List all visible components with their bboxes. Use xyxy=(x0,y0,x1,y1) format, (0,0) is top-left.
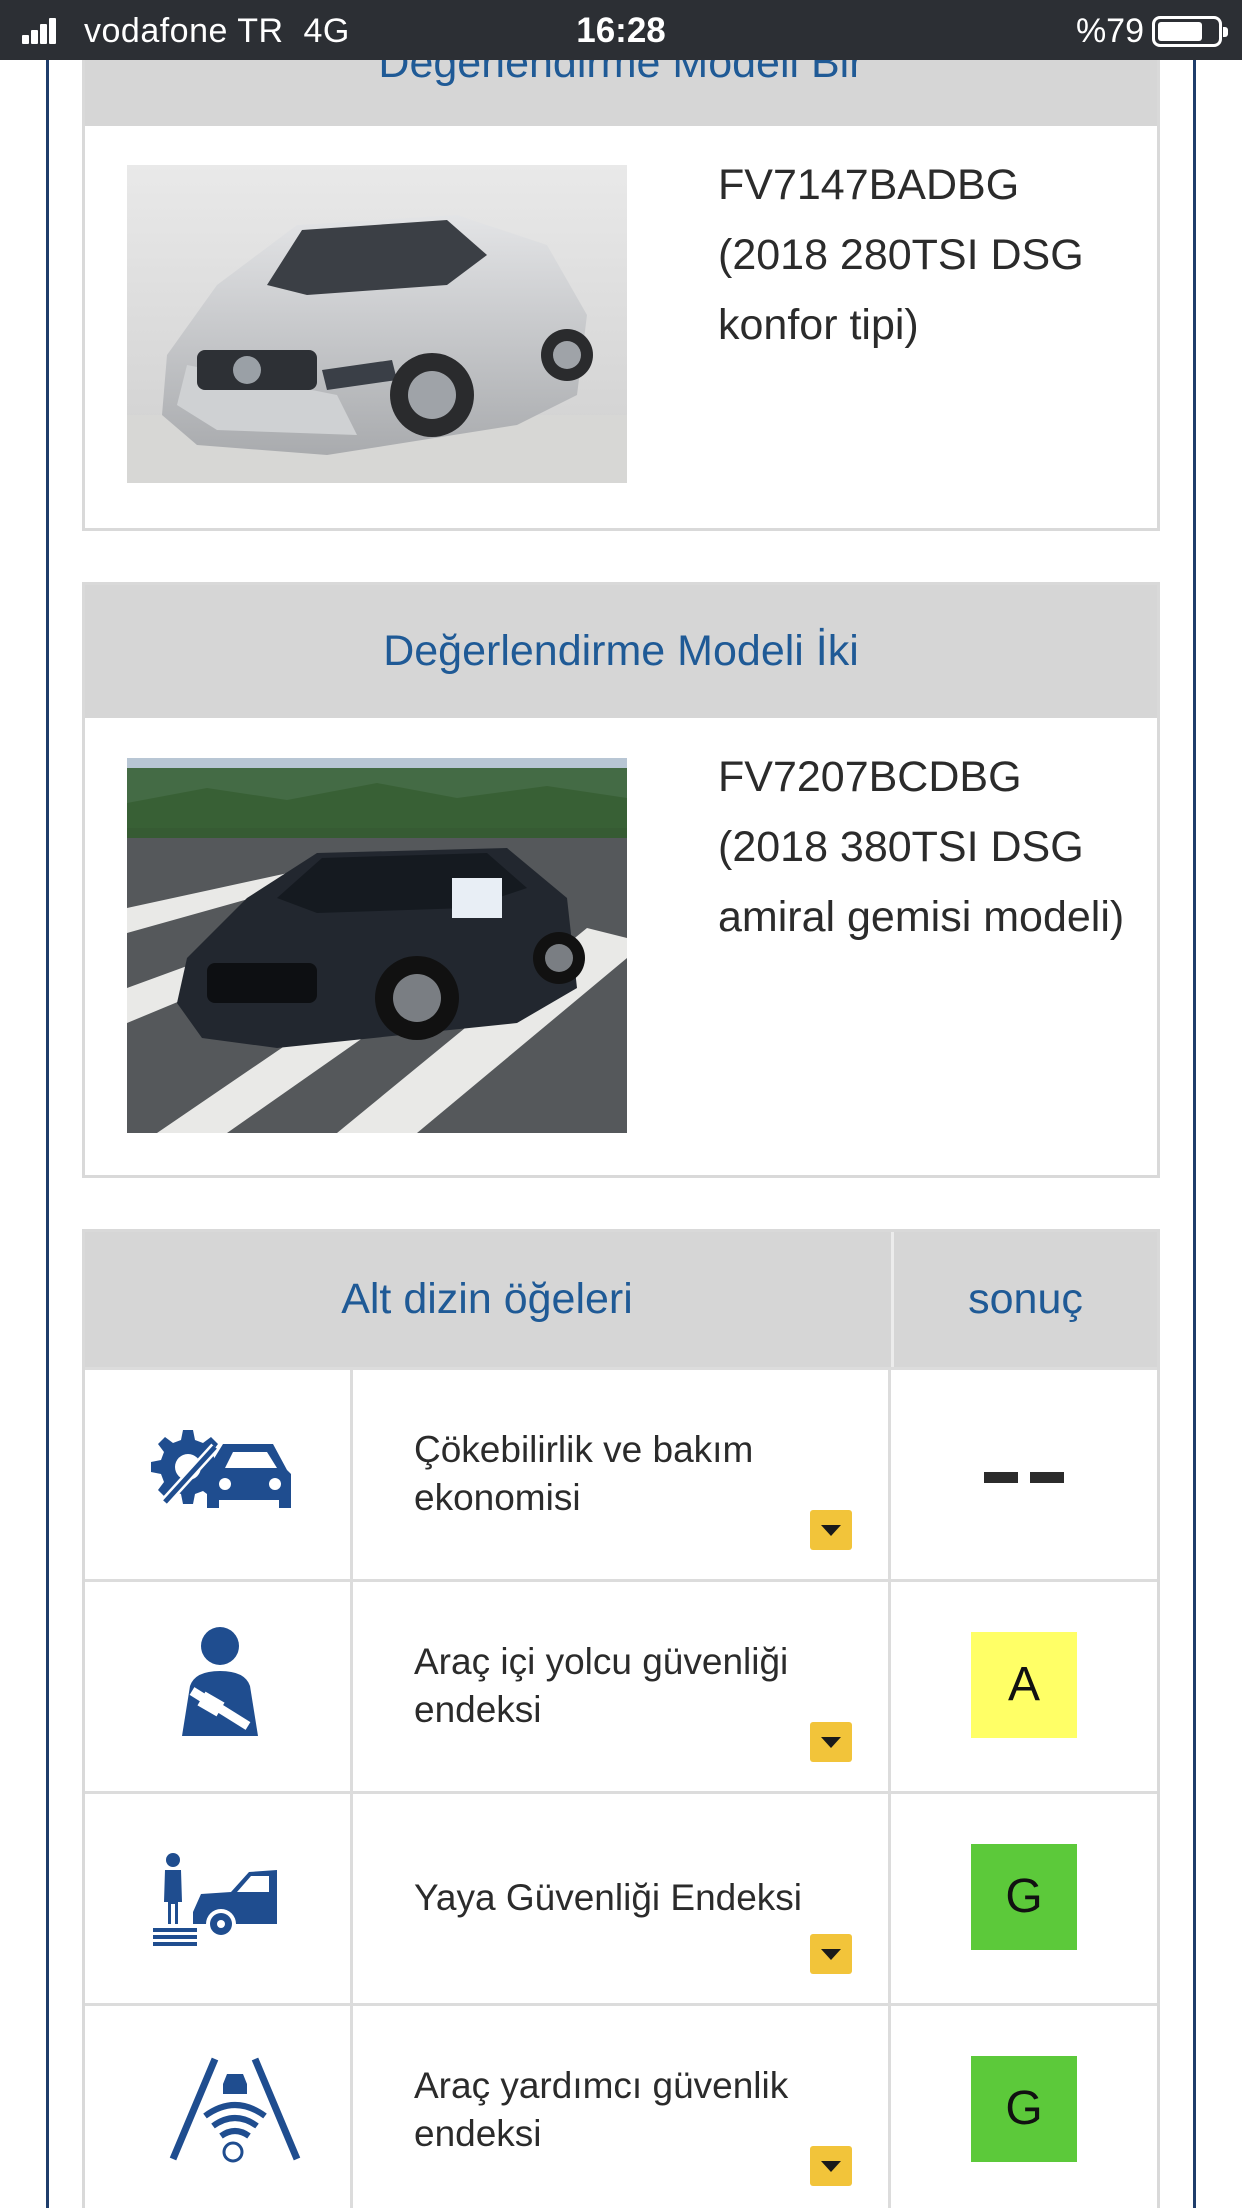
result-grade: A xyxy=(971,1632,1077,1738)
expand-dropdown-icon[interactable] xyxy=(810,1934,852,1974)
row-label: Yaya Güvenliği Endeksi xyxy=(414,1877,803,1918)
expand-dropdown-icon[interactable] xyxy=(810,1722,852,1762)
model-card-body: FV7207BCDBG (2018 380TSI DSG amiral gemi… xyxy=(85,718,1157,1175)
model-description: FV7207BCDBG (2018 380TSI DSG amiral gemi… xyxy=(718,753,1125,941)
column-header-result: sonuç xyxy=(891,1232,1157,1367)
expand-dropdown-icon[interactable] xyxy=(810,2146,852,2186)
model-card-one: Değerlendirme Modeli Bir FV7147BADBG (20… xyxy=(82,0,1160,531)
column-header-items: Alt dizin öğeleri xyxy=(341,1275,633,1323)
expand-dropdown-icon[interactable] xyxy=(810,1510,852,1550)
clock: 16:28 xyxy=(576,11,666,50)
status-bar: vodafone TR 4G 16:28 %79 xyxy=(0,0,1242,60)
result-dash xyxy=(984,1472,1066,1484)
table-row: Çökebilirlik ve bakım ekonomisi xyxy=(85,1367,1157,1579)
seatbelt-occupant-icon xyxy=(182,1627,258,1736)
model-card-title: Değerlendirme Modeli İki xyxy=(85,585,1157,718)
model-card-two: Değerlendirme Modeli İki FV7207BCDBG (20… xyxy=(82,582,1160,1178)
result-grade: G xyxy=(971,1844,1077,1950)
battery-icon xyxy=(1152,16,1228,47)
lane-assist-icon xyxy=(169,2057,301,2163)
car-photo-dark xyxy=(127,758,627,1133)
subindex-table: Alt dizin öğeleri sonuç Çökebilirlik ve … xyxy=(82,1229,1160,2208)
row-label: Araç yardımcı güvenlik endeksi xyxy=(414,2065,789,2154)
pedestrian-car-icon xyxy=(153,1853,277,1946)
table-row: Araç yardımcı güvenlik endeksi G xyxy=(85,2003,1157,2208)
battery-percent: %79 xyxy=(1075,12,1144,50)
car-repair-icon xyxy=(151,1430,291,1508)
result-grade: G xyxy=(971,2056,1077,2162)
model-description: FV7147BADBG (2018 280TSI DSG konfor tipi… xyxy=(718,161,1084,349)
row-label: Araç içi yolcu güvenliği endeksi xyxy=(414,1641,789,1730)
table-row: Araç içi yolcu güvenliği endeksi A xyxy=(85,1579,1157,1791)
table-row: Yaya Güvenliği Endeksi G xyxy=(85,1791,1157,2003)
model-card-body: FV7147BADBG (2018 280TSI DSG konfor tipi… xyxy=(85,126,1157,528)
car-photo-silver xyxy=(127,165,627,483)
table-header: Alt dizin öğeleri sonuç xyxy=(85,1232,1157,1367)
row-label: Çökebilirlik ve bakım ekonomisi xyxy=(414,1429,754,1518)
